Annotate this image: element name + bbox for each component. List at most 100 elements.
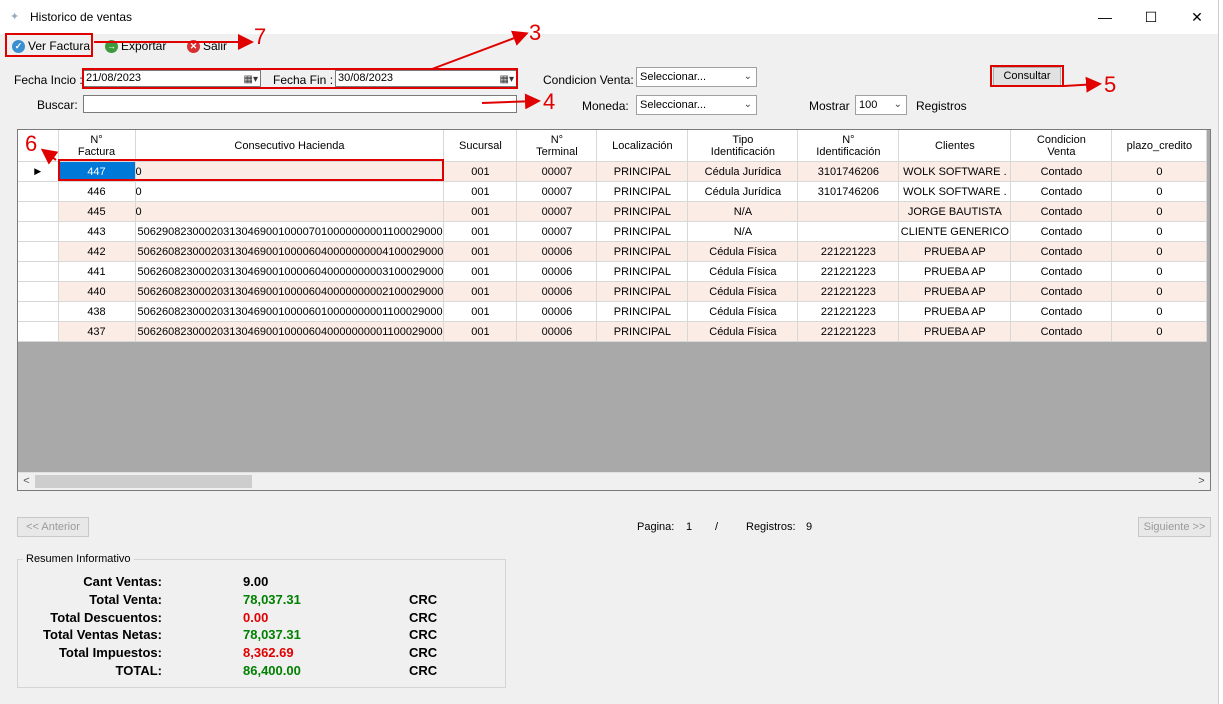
table-cell[interactable]: 446 — [58, 181, 136, 202]
table-cell[interactable]: 001 — [443, 261, 518, 282]
table-cell[interactable]: Cédula Jurídica — [687, 181, 799, 202]
table-cell[interactable]: PRUEBA AP — [898, 241, 1012, 262]
table-cell[interactable]: PRUEBA AP — [898, 321, 1012, 342]
table-cell[interactable]: 221221223 — [797, 241, 900, 262]
table-cell[interactable]: 221221223 — [797, 281, 900, 302]
table-cell[interactable]: Contado — [1010, 301, 1113, 322]
table-cell[interactable] — [797, 201, 900, 222]
table-cell[interactable]: PRINCIPAL — [596, 161, 689, 182]
table-cell[interactable]: 0 — [1111, 261, 1208, 282]
row-header[interactable] — [18, 241, 59, 262]
table-cell[interactable]: 001 — [443, 201, 518, 222]
table-row[interactable]: 438 5062608230002031304690010000601000000… — [18, 301, 1208, 322]
table-cell[interactable]: 00007 — [516, 161, 598, 182]
table-cell[interactable]: WOLK SOFTWARE . — [898, 161, 1012, 182]
row-header[interactable] — [18, 321, 59, 342]
row-header[interactable] — [18, 201, 59, 222]
col-header[interactable]: Tipo Identificación — [687, 130, 799, 162]
ventas-grid[interactable]: N° Factura Consecutivo Hacienda Sucursal… — [17, 129, 1211, 491]
table-cell[interactable]: 5062608230002031304690010000604000000000… — [135, 261, 445, 282]
table-cell[interactable]: 5062608230002031304690010000604000000000… — [135, 241, 445, 262]
salir-button[interactable]: ✕ Salir — [187, 36, 227, 56]
table-cell[interactable]: Contado — [1010, 281, 1113, 302]
table-cell[interactable]: 001 — [443, 301, 518, 322]
table-cell[interactable]: 00006 — [516, 241, 598, 262]
minimize-button[interactable]: — — [1082, 0, 1128, 34]
table-cell[interactable]: 441 — [58, 261, 136, 282]
table-cell[interactable]: 221221223 — [797, 321, 900, 342]
col-header[interactable]: Condicion Venta — [1010, 130, 1113, 162]
table-cell[interactable]: PRINCIPAL — [596, 221, 689, 242]
table-cell[interactable]: PRINCIPAL — [596, 301, 689, 322]
table-cell[interactable]: Cédula Física — [687, 321, 799, 342]
current-row-indicator[interactable]: ▶ — [18, 161, 59, 182]
table-cell[interactable]: 5062608230002031304690010000604000000000… — [135, 321, 445, 342]
table-cell[interactable]: 00007 — [516, 221, 598, 242]
table-cell[interactable]: 0 — [135, 201, 445, 222]
col-header[interactable]: Clientes — [898, 130, 1012, 162]
table-cell[interactable]: 445 — [58, 201, 136, 222]
row-header[interactable] — [18, 181, 59, 202]
col-header[interactable]: plazo_credito — [1111, 130, 1208, 162]
scrollbar-thumb[interactable] — [35, 475, 252, 488]
table-cell[interactable]: 001 — [443, 161, 518, 182]
table-cell[interactable]: Contado — [1010, 201, 1113, 222]
table-cell[interactable]: Contado — [1010, 161, 1113, 182]
table-cell[interactable]: N/A — [687, 201, 799, 222]
table-cell[interactable]: 001 — [443, 221, 518, 242]
table-cell[interactable]: 00006 — [516, 261, 598, 282]
table-cell[interactable]: 00006 — [516, 281, 598, 302]
table-cell[interactable]: WOLK SOFTWARE . — [898, 181, 1012, 202]
table-cell[interactable]: PRUEBA AP — [898, 261, 1012, 282]
table-cell[interactable]: 0 — [1111, 181, 1208, 202]
table-cell[interactable]: 0 — [1111, 241, 1208, 262]
table-cell[interactable]: PRINCIPAL — [596, 261, 689, 282]
horizontal-scrollbar[interactable]: < > — [18, 472, 1210, 490]
table-cell[interactable]: 001 — [443, 181, 518, 202]
table-cell[interactable]: Cédula Física — [687, 261, 799, 282]
table-cell[interactable]: 0 — [1111, 161, 1208, 182]
table-cell[interactable]: 001 — [443, 321, 518, 342]
table-cell[interactable]: PRUEBA AP — [898, 301, 1012, 322]
table-cell[interactable]: 5062908230002031304690010000701000000000… — [135, 221, 445, 242]
col-header[interactable]: Consecutivo Hacienda — [135, 130, 445, 162]
table-cell[interactable]: 221221223 — [797, 301, 900, 322]
maximize-button[interactable]: ☐ — [1128, 0, 1174, 34]
table-cell[interactable]: PRUEBA AP — [898, 281, 1012, 302]
siguiente-button[interactable]: Siguiente >> — [1138, 517, 1211, 537]
table-cell[interactable]: 00006 — [516, 301, 598, 322]
table-cell[interactable]: 0 — [135, 181, 445, 202]
table-cell[interactable]: 437 — [58, 321, 136, 342]
table-cell[interactable]: PRINCIPAL — [596, 241, 689, 262]
table-cell[interactable]: Contado — [1010, 241, 1113, 262]
table-row[interactable]: 441 5062608230002031304690010000604000000… — [18, 261, 1208, 282]
table-cell[interactable]: 5062608230002031304690010000601000000000… — [135, 301, 445, 322]
table-cell[interactable]: 00007 — [516, 201, 598, 222]
table-cell[interactable]: Contado — [1010, 221, 1113, 242]
mostrar-select[interactable]: 100 ⌄ — [855, 95, 907, 115]
row-header[interactable] — [18, 301, 59, 322]
table-cell[interactable]: Contado — [1010, 181, 1113, 202]
table-cell[interactable]: 0 — [1111, 281, 1208, 302]
buscar-input[interactable] — [83, 95, 517, 113]
col-header[interactable]: N° Terminal — [516, 130, 598, 162]
table-cell[interactable]: Contado — [1010, 261, 1113, 282]
scroll-right-arrow[interactable]: > — [1193, 473, 1210, 490]
table-cell[interactable]: CLIENTE GENERICO — [898, 221, 1012, 242]
table-cell[interactable]: 3101746206 — [797, 181, 900, 202]
condicion-venta-select[interactable]: Seleccionar... ⌄ — [636, 67, 757, 87]
table-cell[interactable]: Cédula Física — [687, 281, 799, 302]
scroll-left-arrow[interactable]: < — [18, 473, 35, 490]
table-cell[interactable]: 438 — [58, 301, 136, 322]
table-row[interactable]: 445 0 001 00007 PRINCIPAL N/A JORGE BAUTISTA Co… — [18, 201, 1208, 222]
close-button[interactable]: ✕ — [1174, 0, 1220, 34]
col-header[interactable]: Sucursal — [443, 130, 518, 162]
table-cell[interactable]: Contado — [1010, 321, 1113, 342]
table-cell[interactable]: PRINCIPAL — [596, 281, 689, 302]
table-cell[interactable]: 00006 — [516, 321, 598, 342]
table-row[interactable]: 437 5062608230002031304690010000604000000… — [18, 321, 1208, 342]
table-cell[interactable]: Cédula Jurídica — [687, 161, 799, 182]
table-cell[interactable]: 0 — [1111, 201, 1208, 222]
row-header[interactable] — [18, 221, 59, 242]
table-row[interactable]: 446 0 001 00007 PRINCIPAL Cédula Jurídica 3101… — [18, 181, 1208, 202]
